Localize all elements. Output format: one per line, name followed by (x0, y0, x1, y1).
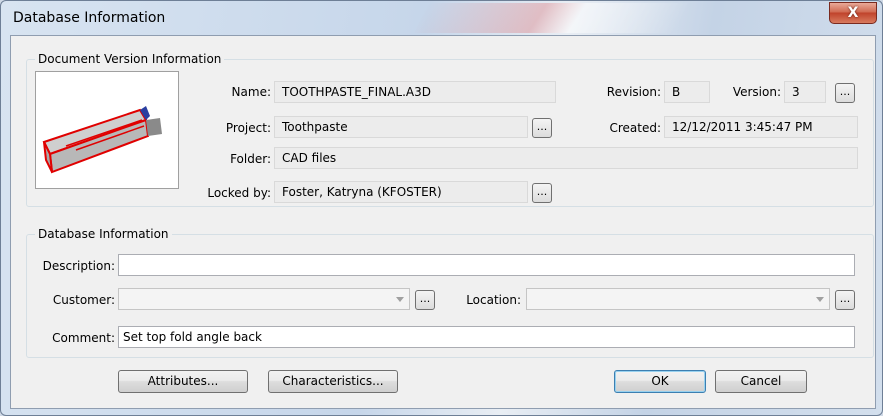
chevron-down-icon[interactable] (816, 297, 824, 302)
location-label: Location: (466, 293, 521, 307)
created-label: Created: (609, 121, 661, 135)
version-label: Version: (732, 85, 781, 99)
created-field: 12/12/2011 3:45:47 PM (664, 116, 858, 138)
description-label: Description: (42, 259, 115, 273)
close-icon: X (847, 5, 859, 21)
chevron-down-icon[interactable] (396, 297, 404, 302)
toothpaste-tube-icon (42, 106, 162, 174)
name-label: Name: (231, 85, 271, 99)
dialog-window: Database Information X Document Version … (0, 0, 883, 416)
window-title: Database Information (13, 10, 166, 26)
cancel-button[interactable]: Cancel (715, 370, 807, 393)
folder-field: CAD files (274, 147, 858, 169)
locked-by-label: Locked by: (207, 186, 271, 200)
customer-dropdown[interactable] (118, 288, 410, 310)
project-label: Project: (225, 121, 271, 135)
database-info-group-label: Database Information (35, 227, 172, 241)
comment-label: Comment: (52, 331, 115, 345)
revision-label: Revision: (606, 85, 661, 99)
customer-label: Customer: (52, 293, 115, 307)
customer-browse-button[interactable]: ... (415, 290, 435, 310)
title-bar[interactable]: Database Information X (1, 1, 882, 35)
project-field: Toothpaste (274, 116, 528, 138)
model-thumbnail (35, 71, 179, 189)
locked-by-browse-button[interactable]: ... (532, 183, 552, 203)
comment-input[interactable]: Set top fold angle back (118, 326, 855, 348)
version-browse-button[interactable]: ... (835, 83, 855, 103)
version-field: 3 (784, 81, 826, 103)
close-button[interactable]: X (829, 2, 877, 24)
locked-by-field: Foster, Katryna (KFOSTER) (274, 181, 528, 203)
title-bar-glare (414, 3, 688, 33)
ok-button[interactable]: OK (614, 370, 706, 393)
location-browse-button[interactable]: ... (835, 290, 855, 310)
document-version-group-label: Document Version Information (35, 52, 225, 66)
attributes-button[interactable]: Attributes... (118, 370, 248, 393)
name-field: TOOTHPASTE_FINAL.A3D (274, 81, 556, 103)
characteristics-button[interactable]: Characteristics... (268, 370, 398, 393)
folder-label: Folder: (230, 152, 271, 166)
revision-field: B (664, 81, 710, 103)
location-dropdown[interactable] (526, 288, 830, 310)
description-input[interactable] (118, 254, 855, 276)
project-browse-button[interactable]: ... (532, 118, 552, 138)
